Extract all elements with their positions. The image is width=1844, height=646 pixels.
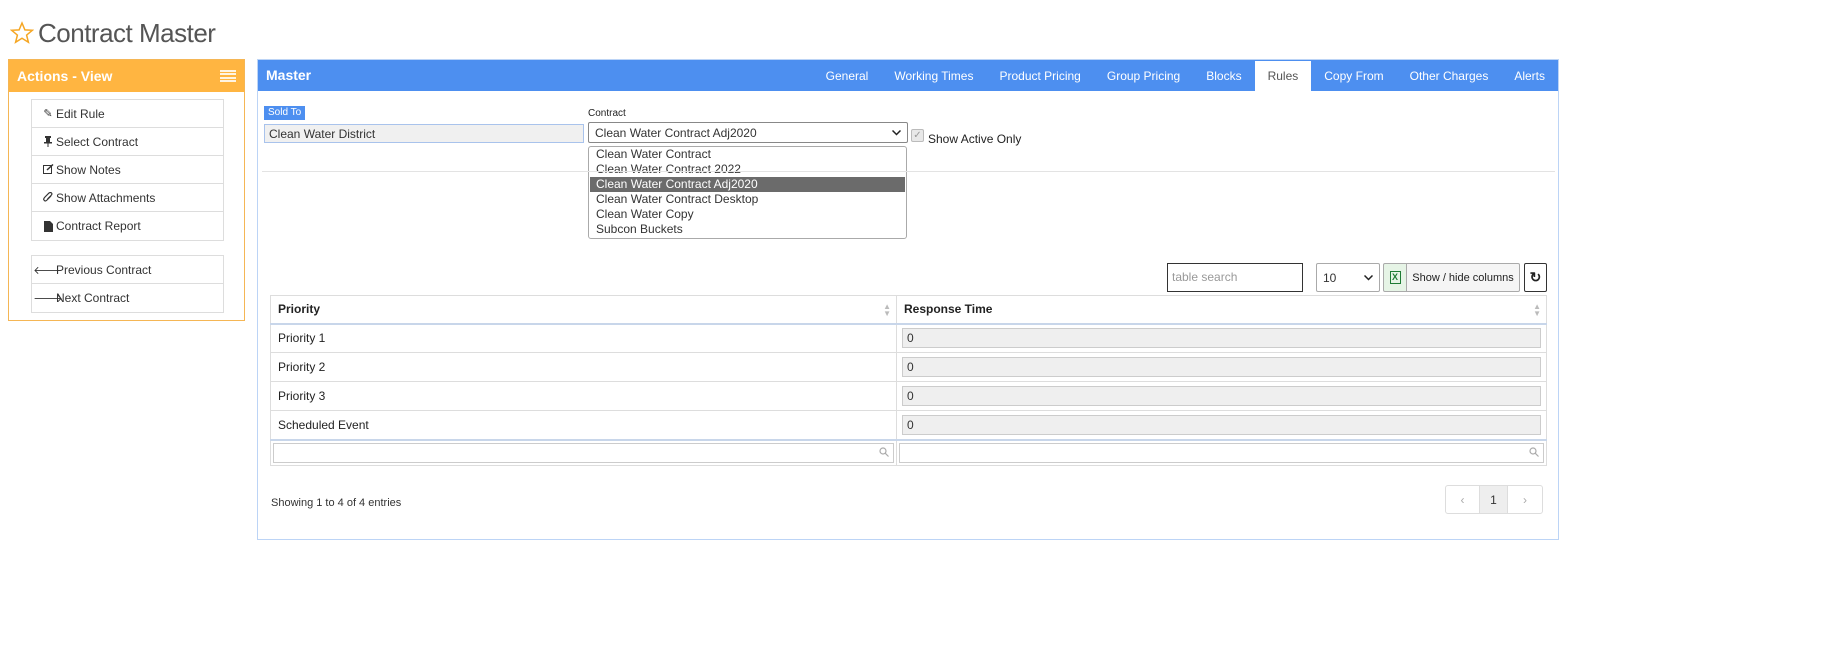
response-filter-input[interactable] [899, 442, 1544, 463]
refresh-button[interactable]: ↻ [1524, 263, 1547, 292]
table-row[interactable]: Scheduled Event 0 [270, 410, 1547, 440]
table-search-input[interactable]: table search [1167, 263, 1303, 292]
tab-product-pricing[interactable]: Product Pricing [986, 60, 1093, 91]
actions-panel: Actions - View ✎ Edit Rule Select Contra… [8, 59, 245, 321]
master-header: Master General Working Times Product Pri… [258, 60, 1558, 91]
select-contract-button[interactable]: Select Contract [32, 128, 223, 156]
arrow-left-icon: 🡐 [33, 264, 63, 277]
table-row[interactable]: Priority 2 0 [270, 352, 1547, 382]
sold-to-field[interactable]: Clean Water District [264, 124, 584, 143]
arrow-right-icon: 🡒 [33, 293, 63, 305]
star-icon[interactable] [10, 21, 34, 45]
search-icon [879, 447, 889, 457]
contract-label: Contract [588, 108, 626, 119]
sort-icon: ▲ ▼ [883, 302, 891, 318]
divider [262, 171, 1555, 172]
edit-rule-button[interactable]: ✎ Edit Rule [32, 100, 223, 128]
table-info: Showing 1 to 4 of 4 entries [271, 497, 402, 509]
table-header-row: Priority ▲ ▼ Response Time ▲ ▼ [270, 295, 1547, 325]
show-hide-columns-button[interactable]: Show / hide columns [1406, 263, 1520, 292]
edit-square-icon [42, 164, 54, 175]
action-label: Show Notes [56, 162, 121, 177]
table-row[interactable]: Priority 1 0 [270, 323, 1547, 353]
tab-blocks[interactable]: Blocks [1193, 60, 1254, 91]
tab-group-pricing[interactable]: Group Pricing [1094, 60, 1193, 91]
pagination: ‹ 1 › [1445, 485, 1543, 514]
contract-option[interactable]: Clean Water Contract Desktop [590, 192, 905, 207]
tab-other-charges[interactable]: Other Charges [1397, 60, 1502, 91]
show-notes-button[interactable]: Show Notes [32, 156, 223, 184]
previous-contract-button[interactable]: 🡐 Previous Contract [32, 256, 223, 284]
response-time-field[interactable]: 0 [902, 328, 1541, 349]
column-header-priority[interactable]: Priority ▲ ▼ [270, 295, 897, 325]
pencil-icon: ✎ [43, 108, 53, 120]
header-label: Response Time [904, 302, 993, 317]
page-size-value: 10 [1323, 270, 1337, 285]
action-group-main: ✎ Edit Rule Select Contract Show Notes S… [31, 99, 224, 241]
tab-rules[interactable]: Rules [1254, 61, 1312, 91]
search-icon [1529, 447, 1539, 457]
tab-working-times[interactable]: Working Times [881, 60, 986, 91]
actions-title: Actions - View [17, 68, 113, 84]
contract-select-value: Clean Water Contract Adj2020 [595, 125, 757, 140]
contract-option-selected[interactable]: Clean Water Contract Adj2020 [590, 177, 905, 192]
show-active-checkbox[interactable]: ✓ [911, 129, 924, 142]
contract-select[interactable]: Clean Water Contract Adj2020 [588, 122, 908, 143]
tab-bar: General Working Times Product Pricing Gr… [813, 60, 1558, 91]
tab-alerts[interactable]: Alerts [1501, 60, 1558, 91]
pin-icon [42, 136, 54, 147]
sort-icon: ▲ ▼ [1533, 302, 1541, 318]
contract-option[interactable]: Clean Water Contract 2022 [590, 162, 905, 177]
header-label: Priority [278, 302, 321, 317]
response-time-field[interactable]: 0 [902, 414, 1541, 435]
chevron-down-icon [1363, 273, 1374, 283]
response-time-field[interactable]: 0 [902, 386, 1541, 406]
page-title: Contract Master [38, 17, 216, 48]
action-label: Select Contract [56, 134, 139, 149]
priority-cell: Priority 3 [270, 381, 897, 411]
show-active-label: Show Active Only [928, 132, 1022, 146]
table-row[interactable]: Priority 3 0 [270, 381, 1547, 411]
priority-cell: Scheduled Event [270, 410, 897, 440]
show-attachments-button[interactable]: Show Attachments [32, 184, 223, 212]
page-size-select[interactable]: 10 [1316, 263, 1380, 292]
action-label: Contract Report [56, 219, 141, 233]
contract-option[interactable]: Clean Water Contract [590, 147, 905, 162]
filter-row [270, 438, 1547, 466]
contract-report-button[interactable]: Contract Report [32, 212, 223, 240]
priority-cell: Priority 2 [270, 352, 897, 382]
prev-page-button[interactable]: ‹ [1446, 486, 1480, 513]
refresh-icon: ↻ [1529, 269, 1542, 285]
contract-option[interactable]: Clean Water Copy [590, 207, 905, 222]
master-title: Master [266, 67, 312, 83]
contract-option[interactable]: Subcon Buckets [590, 222, 905, 237]
sold-to-label: Sold To [264, 106, 306, 120]
tab-general[interactable]: General [813, 60, 882, 91]
tab-copy-from[interactable]: Copy From [1311, 60, 1396, 91]
hamburger-icon[interactable] [220, 70, 236, 82]
action-label: Next Contract [56, 291, 130, 305]
response-time-field[interactable]: 0 [902, 357, 1541, 377]
next-page-button[interactable]: › [1508, 486, 1542, 513]
actions-header: Actions - View [9, 60, 244, 92]
priority-cell: Priority 1 [270, 323, 897, 353]
file-icon [42, 220, 54, 232]
action-label: Edit Rule [56, 106, 105, 121]
priority-filter-input[interactable] [273, 442, 894, 463]
excel-icon: X [1389, 271, 1401, 284]
export-excel-button[interactable]: X [1383, 263, 1407, 292]
chevron-down-icon [891, 128, 902, 138]
paperclip-icon [42, 192, 54, 203]
action-group-nav: 🡐 Previous Contract 🡒 Next Contract [31, 255, 224, 313]
page-1-button[interactable]: 1 [1480, 486, 1508, 513]
next-contract-button[interactable]: 🡒 Next Contract [32, 284, 223, 312]
contract-dropdown-list: Clean Water Contract Clean Water Contrac… [588, 146, 907, 239]
action-label: Show Attachments [56, 190, 156, 205]
action-label: Previous Contract [56, 262, 152, 277]
rules-table: Priority ▲ ▼ Response Time ▲ ▼ Priority 1 … [270, 295, 1547, 466]
column-header-response-time[interactable]: Response Time ▲ ▼ [896, 295, 1547, 325]
page-header: Contract Master [10, 16, 216, 50]
